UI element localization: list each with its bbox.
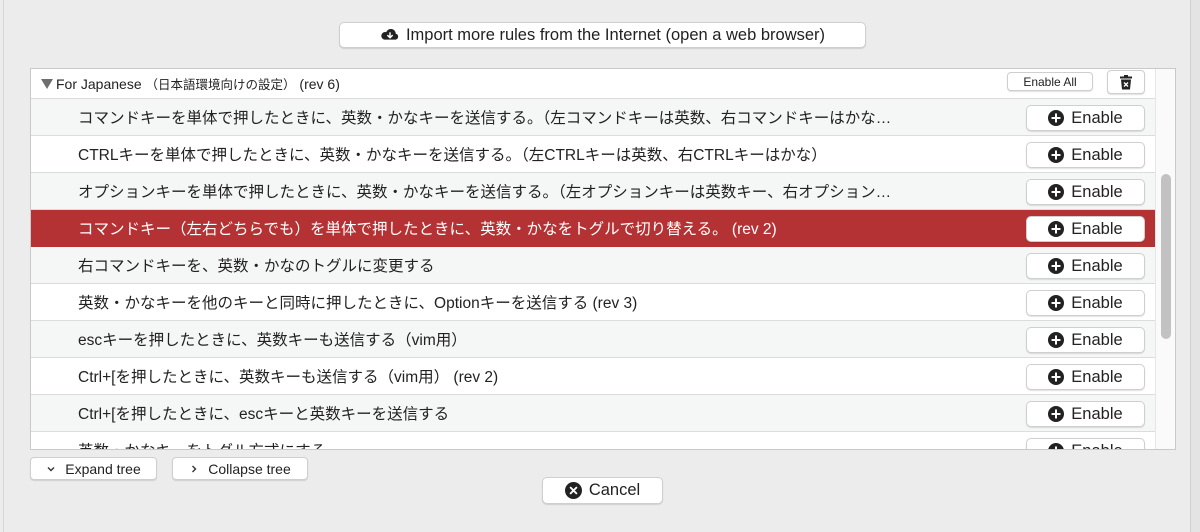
enable-label: Enable bbox=[1071, 145, 1123, 164]
rule-description: escキーを押したときに、英数キーも送信する（vim用） bbox=[78, 332, 467, 349]
enable-rule-button[interactable]: Enable bbox=[1026, 327, 1145, 353]
enable-rule-button[interactable]: Enable bbox=[1026, 401, 1145, 427]
rule-row[interactable]: 英数・かなキーを他のキーと同時に押したときに、Optionキーを送信する (re… bbox=[31, 284, 1157, 321]
enable-all-label: Enable All bbox=[1023, 74, 1077, 89]
enable-label: Enable bbox=[1071, 108, 1123, 127]
rule-row[interactable]: 英数・かなキーをトグル方式にする Enable bbox=[31, 432, 1157, 450]
cancel-label: Cancel bbox=[588, 481, 641, 499]
scrollbar-thumb[interactable] bbox=[1161, 174, 1171, 339]
rules-list[interactable]: For Japanese （日本語環境向けの設定） (rev 6) Enable… bbox=[30, 68, 1176, 450]
close-circle-icon bbox=[564, 482, 582, 499]
rule-description: 右コマンドキーを、英数・かなのトグルに変更する bbox=[78, 258, 435, 275]
enable-rule-button[interactable]: Enable bbox=[1026, 179, 1145, 205]
import-rules-button[interactable]: Import more rules from the Internet (ope… bbox=[339, 22, 866, 48]
import-rules-dialog: Import more rules from the Internet (ope… bbox=[3, 0, 1191, 532]
rule-description: CTRLキーを単体で押したときに、英数・かなキーを送信する。（左CTRLキーは英… bbox=[78, 147, 827, 164]
chevron-right-icon bbox=[192, 465, 197, 472]
enable-rule-button[interactable]: Enable bbox=[1026, 142, 1145, 168]
delete-group-button[interactable] bbox=[1107, 70, 1145, 94]
plus-circle-icon bbox=[1048, 369, 1065, 385]
rule-row[interactable]: 右コマンドキーを、英数・かなのトグルに変更する Enable bbox=[31, 247, 1157, 284]
rule-description: Ctrl+[を押したときに、escキーと英数キーを送信する bbox=[78, 406, 450, 423]
enable-label: Enable bbox=[1071, 404, 1123, 423]
plus-circle-icon bbox=[1048, 147, 1065, 163]
group-row-japanese[interactable]: For Japanese （日本語環境向けの設定） (rev 6) Enable… bbox=[31, 69, 1157, 99]
enable-rule-button[interactable]: Enable bbox=[1026, 105, 1145, 131]
window-edge bbox=[1191, 0, 1200, 532]
enable-rule-button[interactable]: Enable bbox=[1026, 290, 1145, 316]
rule-row[interactable]: escキーを押したときに、英数キーも送信する（vim用） Enable bbox=[31, 321, 1157, 358]
group-title-text: For Japanese bbox=[56, 76, 142, 92]
enable-rule-button[interactable]: Enable bbox=[1026, 364, 1145, 390]
enable-rule-button[interactable]: Enable bbox=[1026, 216, 1145, 242]
rule-row[interactable]: オプションキーを単体で押したときに、英数・かなキーを送信する。（左オプションキー… bbox=[31, 173, 1157, 210]
import-rules-label: Import more rules from the Internet (ope… bbox=[405, 25, 826, 44]
enable-label: Enable bbox=[1071, 367, 1123, 386]
cancel-button[interactable]: Cancel bbox=[542, 477, 663, 504]
enable-label: Enable bbox=[1071, 330, 1123, 349]
enable-label: Enable bbox=[1071, 293, 1123, 312]
rules-container: コマンドキーを単体で押したときに、英数・かなキーを送信する。（左コマンドキーは英… bbox=[31, 99, 1157, 450]
rule-description: コマンドキー（左右どちらでも）を単体で押したときに、英数・かなをトグルで切り替え… bbox=[78, 221, 777, 238]
plus-circle-icon bbox=[1048, 110, 1065, 126]
cloud-download-icon bbox=[381, 28, 399, 40]
plus-circle-icon bbox=[1048, 221, 1065, 237]
rule-description: 英数・かなキーを他のキーと同時に押したときに、Optionキーを送信する (re… bbox=[78, 295, 638, 312]
rule-description: Ctrl+[を押したときに、英数キーも送信する（vim用） (rev 2) bbox=[78, 369, 499, 386]
chevron-down-icon bbox=[47, 466, 55, 471]
collapse-tree-button[interactable]: Collapse tree bbox=[172, 457, 308, 480]
group-subtitle: （日本語環境向けの設定） bbox=[145, 78, 296, 92]
rule-row[interactable]: CTRLキーを単体で押したときに、英数・かなキーを送信する。（左CTRLキーは英… bbox=[31, 136, 1157, 173]
plus-circle-icon bbox=[1048, 295, 1065, 311]
collapse-tree-label: Collapse tree bbox=[208, 460, 291, 477]
group-revision: (rev 6) bbox=[299, 76, 340, 92]
trash-icon bbox=[1120, 74, 1132, 89]
enable-label: Enable bbox=[1071, 256, 1123, 275]
expand-tree-button[interactable]: Expand tree bbox=[30, 457, 157, 480]
disclosure-triangle-icon[interactable] bbox=[41, 78, 53, 89]
rules-list-content: For Japanese （日本語環境向けの設定） (rev 6) Enable… bbox=[31, 69, 1157, 450]
rule-description: 英数・かなキーをトグル方式にする bbox=[78, 439, 326, 449]
vertical-scrollbar[interactable] bbox=[1155, 69, 1175, 449]
enable-label: Enable bbox=[1071, 442, 1122, 450]
expand-tree-label: Expand tree bbox=[65, 460, 141, 477]
plus-circle-icon bbox=[1048, 258, 1065, 274]
rule-row[interactable]: Ctrl+[を押したときに、escキーと英数キーを送信する Enable bbox=[31, 395, 1157, 432]
rule-description: コマンドキーを単体で押したときに、英数・かなキーを送信する。（左コマンドキーは英… bbox=[78, 110, 892, 127]
plus-circle-icon bbox=[1048, 406, 1065, 422]
enable-label: Enable bbox=[1071, 219, 1123, 238]
rule-row[interactable]: Ctrl+[を押したときに、英数キーも送信する（vim用） (rev 2) En… bbox=[31, 358, 1157, 395]
enable-all-button[interactable]: Enable All bbox=[1007, 72, 1093, 91]
plus-circle-icon bbox=[1048, 332, 1065, 348]
plus-circle-icon bbox=[1048, 184, 1065, 200]
enable-rule-button[interactable]: Enable bbox=[1026, 438, 1145, 450]
enable-rule-button[interactable]: Enable bbox=[1026, 253, 1145, 279]
group-title: For Japanese （日本語環境向けの設定） (rev 6) bbox=[56, 74, 340, 93]
enable-label: Enable bbox=[1071, 182, 1123, 201]
plus-circle-icon bbox=[1048, 443, 1065, 449]
rule-row[interactable]: コマンドキー（左右どちらでも）を単体で押したときに、英数・かなをトグルで切り替え… bbox=[31, 210, 1157, 247]
rule-description: オプションキーを単体で押したときに、英数・かなキーを送信する。（左オプションキー… bbox=[78, 184, 892, 201]
rule-row[interactable]: コマンドキーを単体で押したときに、英数・かなキーを送信する。（左コマンドキーは英… bbox=[31, 99, 1157, 136]
